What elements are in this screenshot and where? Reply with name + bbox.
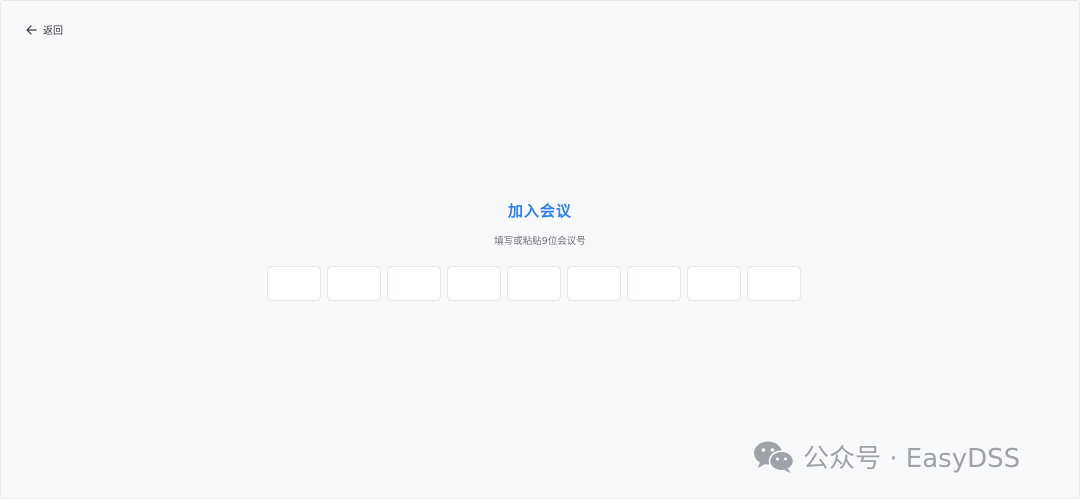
code-digit-6[interactable] (567, 266, 621, 301)
arrow-left-icon (26, 24, 37, 35)
code-digit-9[interactable] (747, 266, 801, 301)
code-digit-7[interactable] (627, 266, 681, 301)
back-label: 返回 (43, 26, 63, 37)
wechat-watermark: 公众号 · EasyDSS (753, 438, 1020, 475)
code-digit-4[interactable] (447, 266, 501, 301)
join-meeting-page: 返回 加入会议 填写或粘贴9位会议号 公众号 · EasyDSS (0, 0, 1080, 499)
code-digit-3[interactable] (387, 266, 441, 301)
watermark-text: 公众号 · EasyDSS (803, 444, 1021, 474)
code-digit-1[interactable] (267, 266, 321, 301)
page-title: 加入会议 (507, 202, 572, 220)
page-subtitle: 填写或粘贴9位会议号 (494, 236, 586, 247)
back-button[interactable]: 返回 (26, 22, 63, 37)
meeting-code-inputs (267, 266, 801, 301)
code-digit-5[interactable] (507, 266, 561, 301)
code-digit-8[interactable] (687, 266, 741, 301)
wechat-icon (753, 440, 795, 474)
code-digit-2[interactable] (327, 266, 381, 301)
join-meeting-header: 加入会议 填写或粘贴9位会议号 (1, 199, 1079, 249)
